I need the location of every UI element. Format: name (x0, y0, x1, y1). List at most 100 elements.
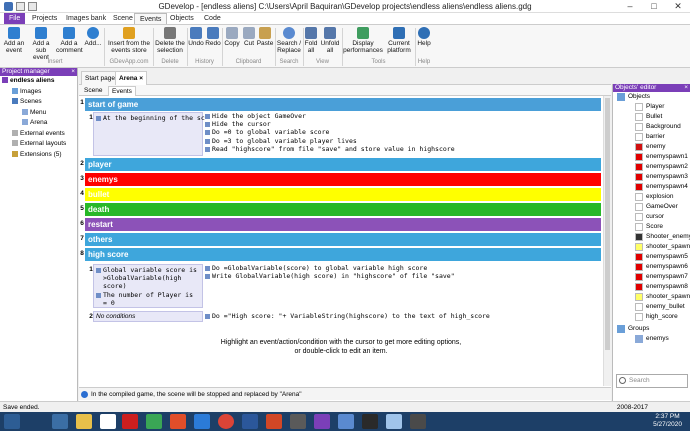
taskbar-app-icon[interactable] (410, 414, 426, 429)
object-item[interactable]: cursor (613, 212, 690, 222)
add-event-button[interactable]: Add an event (2, 27, 26, 54)
taskbar-app-icon[interactable] (362, 414, 378, 429)
tree-item-external-events[interactable]: External events (0, 129, 77, 140)
close-icon[interactable]: × (71, 68, 75, 76)
tree-item-external-layouts[interactable]: External layouts (0, 139, 77, 150)
paste-button[interactable]: Paste (256, 27, 274, 47)
tree-item-images[interactable]: Images (0, 87, 77, 98)
object-item[interactable]: Bullet (613, 112, 690, 122)
object-group-item[interactable]: enemys (613, 334, 690, 344)
help-button[interactable]: Help (416, 27, 432, 47)
minimize-button[interactable]: – (618, 0, 642, 13)
events-store-button[interactable]: Insert from the events store (106, 27, 152, 54)
object-item[interactable]: enemyspawn5 (613, 252, 690, 262)
taskbar-app-icon[interactable] (52, 414, 68, 429)
event-group-start-of-game[interactable]: start of game (85, 98, 601, 111)
event-8-2-condition[interactable]: No conditions (93, 311, 203, 322)
start-icon[interactable] (4, 414, 20, 429)
tab-events[interactable]: Events (134, 13, 168, 24)
objects-root[interactable]: Objects (613, 92, 690, 102)
object-item[interactable]: enemyspawn7 (613, 272, 690, 282)
event-8-1-actions[interactable]: Do =GlobalVariable(score) to global vari… (205, 264, 595, 308)
tree-item-menu[interactable]: Menu (0, 108, 77, 119)
subtab-events[interactable]: Events (108, 86, 136, 96)
taskbar-app-icon[interactable] (314, 414, 330, 429)
object-item[interactable]: enemyspawn3 (613, 172, 690, 182)
taskbar-app-icon[interactable] (146, 414, 162, 429)
tab-file[interactable]: File (4, 13, 26, 24)
tree-item-project[interactable]: endless aliens (0, 76, 77, 87)
object-item[interactable]: enemyspawn8 (613, 282, 690, 292)
object-item[interactable]: enemy_bullet (613, 302, 690, 312)
scrollbar-thumb[interactable] (605, 98, 610, 350)
copy-button[interactable]: Copy (223, 27, 241, 47)
display-performances-button[interactable]: Display performances (343, 27, 383, 54)
tree-item-scenes[interactable]: Scenes (0, 97, 77, 108)
event-8-1-conditions[interactable]: Global variable score is >GlobalVariable… (93, 264, 203, 308)
fold-all-button[interactable]: Fold all (304, 27, 318, 54)
powerpoint-icon[interactable] (266, 414, 282, 429)
add-sub-event-button[interactable]: Add a sub event (27, 27, 55, 61)
event-group-high-score[interactable]: high score (85, 248, 601, 261)
delete-selection-button[interactable]: Delete the selection (154, 27, 186, 54)
event-group-bullet[interactable]: bullet (85, 188, 601, 201)
maximize-button[interactable]: □ (642, 0, 666, 13)
search-replace-button[interactable]: Search / Replace (276, 27, 302, 54)
subtab-scene[interactable]: Scene (81, 86, 105, 96)
object-item[interactable]: Player (613, 102, 690, 112)
event-1-condition[interactable]: At the beginning of the scene (93, 112, 217, 156)
events-scrollbar[interactable] (603, 96, 611, 386)
groups-root[interactable]: Groups (613, 324, 690, 334)
close-button[interactable]: ✕ (666, 0, 690, 13)
tab-projects[interactable]: Projects (27, 13, 62, 24)
object-item[interactable]: GameOver (613, 202, 690, 212)
object-item[interactable]: enemy (613, 142, 690, 152)
event-group-enemys[interactable]: enemys (85, 173, 601, 186)
tab-start-page[interactable]: Start page (81, 71, 119, 85)
redo-button[interactable]: Redo (205, 27, 221, 47)
object-item[interactable]: high_score (613, 312, 690, 322)
event-group-others[interactable]: others (85, 233, 601, 246)
object-item[interactable]: enemyspawn6 (613, 262, 690, 272)
adobe-icon[interactable] (122, 414, 138, 429)
tab-images-bank[interactable]: Images bank (61, 13, 111, 24)
event-8-2-actions[interactable]: Do ="High score: "+ VariableString(highs… (205, 312, 595, 322)
chrome-icon[interactable] (218, 414, 234, 429)
object-item[interactable]: enemyspawn2 (613, 162, 690, 172)
explorer-icon[interactable] (76, 414, 92, 429)
taskbar-app-icon[interactable] (338, 414, 354, 429)
object-item[interactable]: enemyspawn1 (613, 152, 690, 162)
clock[interactable]: 2:37 PM 5/27/2020 (653, 413, 682, 429)
taskbar-app-icon[interactable] (290, 414, 306, 429)
tab-objects[interactable]: Objects (165, 13, 199, 24)
add-comment-button[interactable]: Add a comment (56, 27, 83, 54)
tree-item-extensions[interactable]: Extensions (5) (0, 150, 77, 161)
cut-button[interactable]: Cut (242, 27, 256, 47)
object-item[interactable]: barrier (613, 132, 690, 142)
object-item[interactable]: explosion (613, 192, 690, 202)
object-item[interactable]: enemyspawn4 (613, 182, 690, 192)
tree-item-arena[interactable]: Arena (0, 118, 77, 129)
event-group-death[interactable]: death (85, 203, 601, 216)
object-item[interactable]: Score (613, 222, 690, 232)
object-item[interactable]: Background (613, 122, 690, 132)
object-item[interactable]: Shooter_enemy (613, 232, 690, 242)
taskbar-app-icon[interactable] (170, 414, 186, 429)
tab-code[interactable]: Code (199, 13, 226, 24)
add-more-button[interactable]: Add... (83, 27, 103, 47)
current-platform-button[interactable]: Current platform (384, 27, 414, 54)
close-icon[interactable]: × (684, 84, 688, 92)
event-group-player[interactable]: player (85, 158, 601, 171)
object-item[interactable]: shooter_spawn (613, 242, 690, 252)
gdevelop-icon[interactable] (386, 414, 402, 429)
tab-arena[interactable]: Arena × (115, 71, 148, 85)
object-item[interactable]: shooter_spawn2 (613, 292, 690, 302)
unfold-all-button[interactable]: Unfold all (319, 27, 341, 54)
store-icon[interactable] (100, 414, 116, 429)
undo-button[interactable]: Undo (188, 27, 204, 47)
ie-icon[interactable] (194, 414, 210, 429)
event-1-actions[interactable]: Hide the object GameOver Hide the cursor… (205, 112, 595, 156)
event-group-restart[interactable]: restart (85, 218, 601, 231)
word-icon[interactable] (242, 414, 258, 429)
object-search-input[interactable]: Search (616, 374, 688, 388)
